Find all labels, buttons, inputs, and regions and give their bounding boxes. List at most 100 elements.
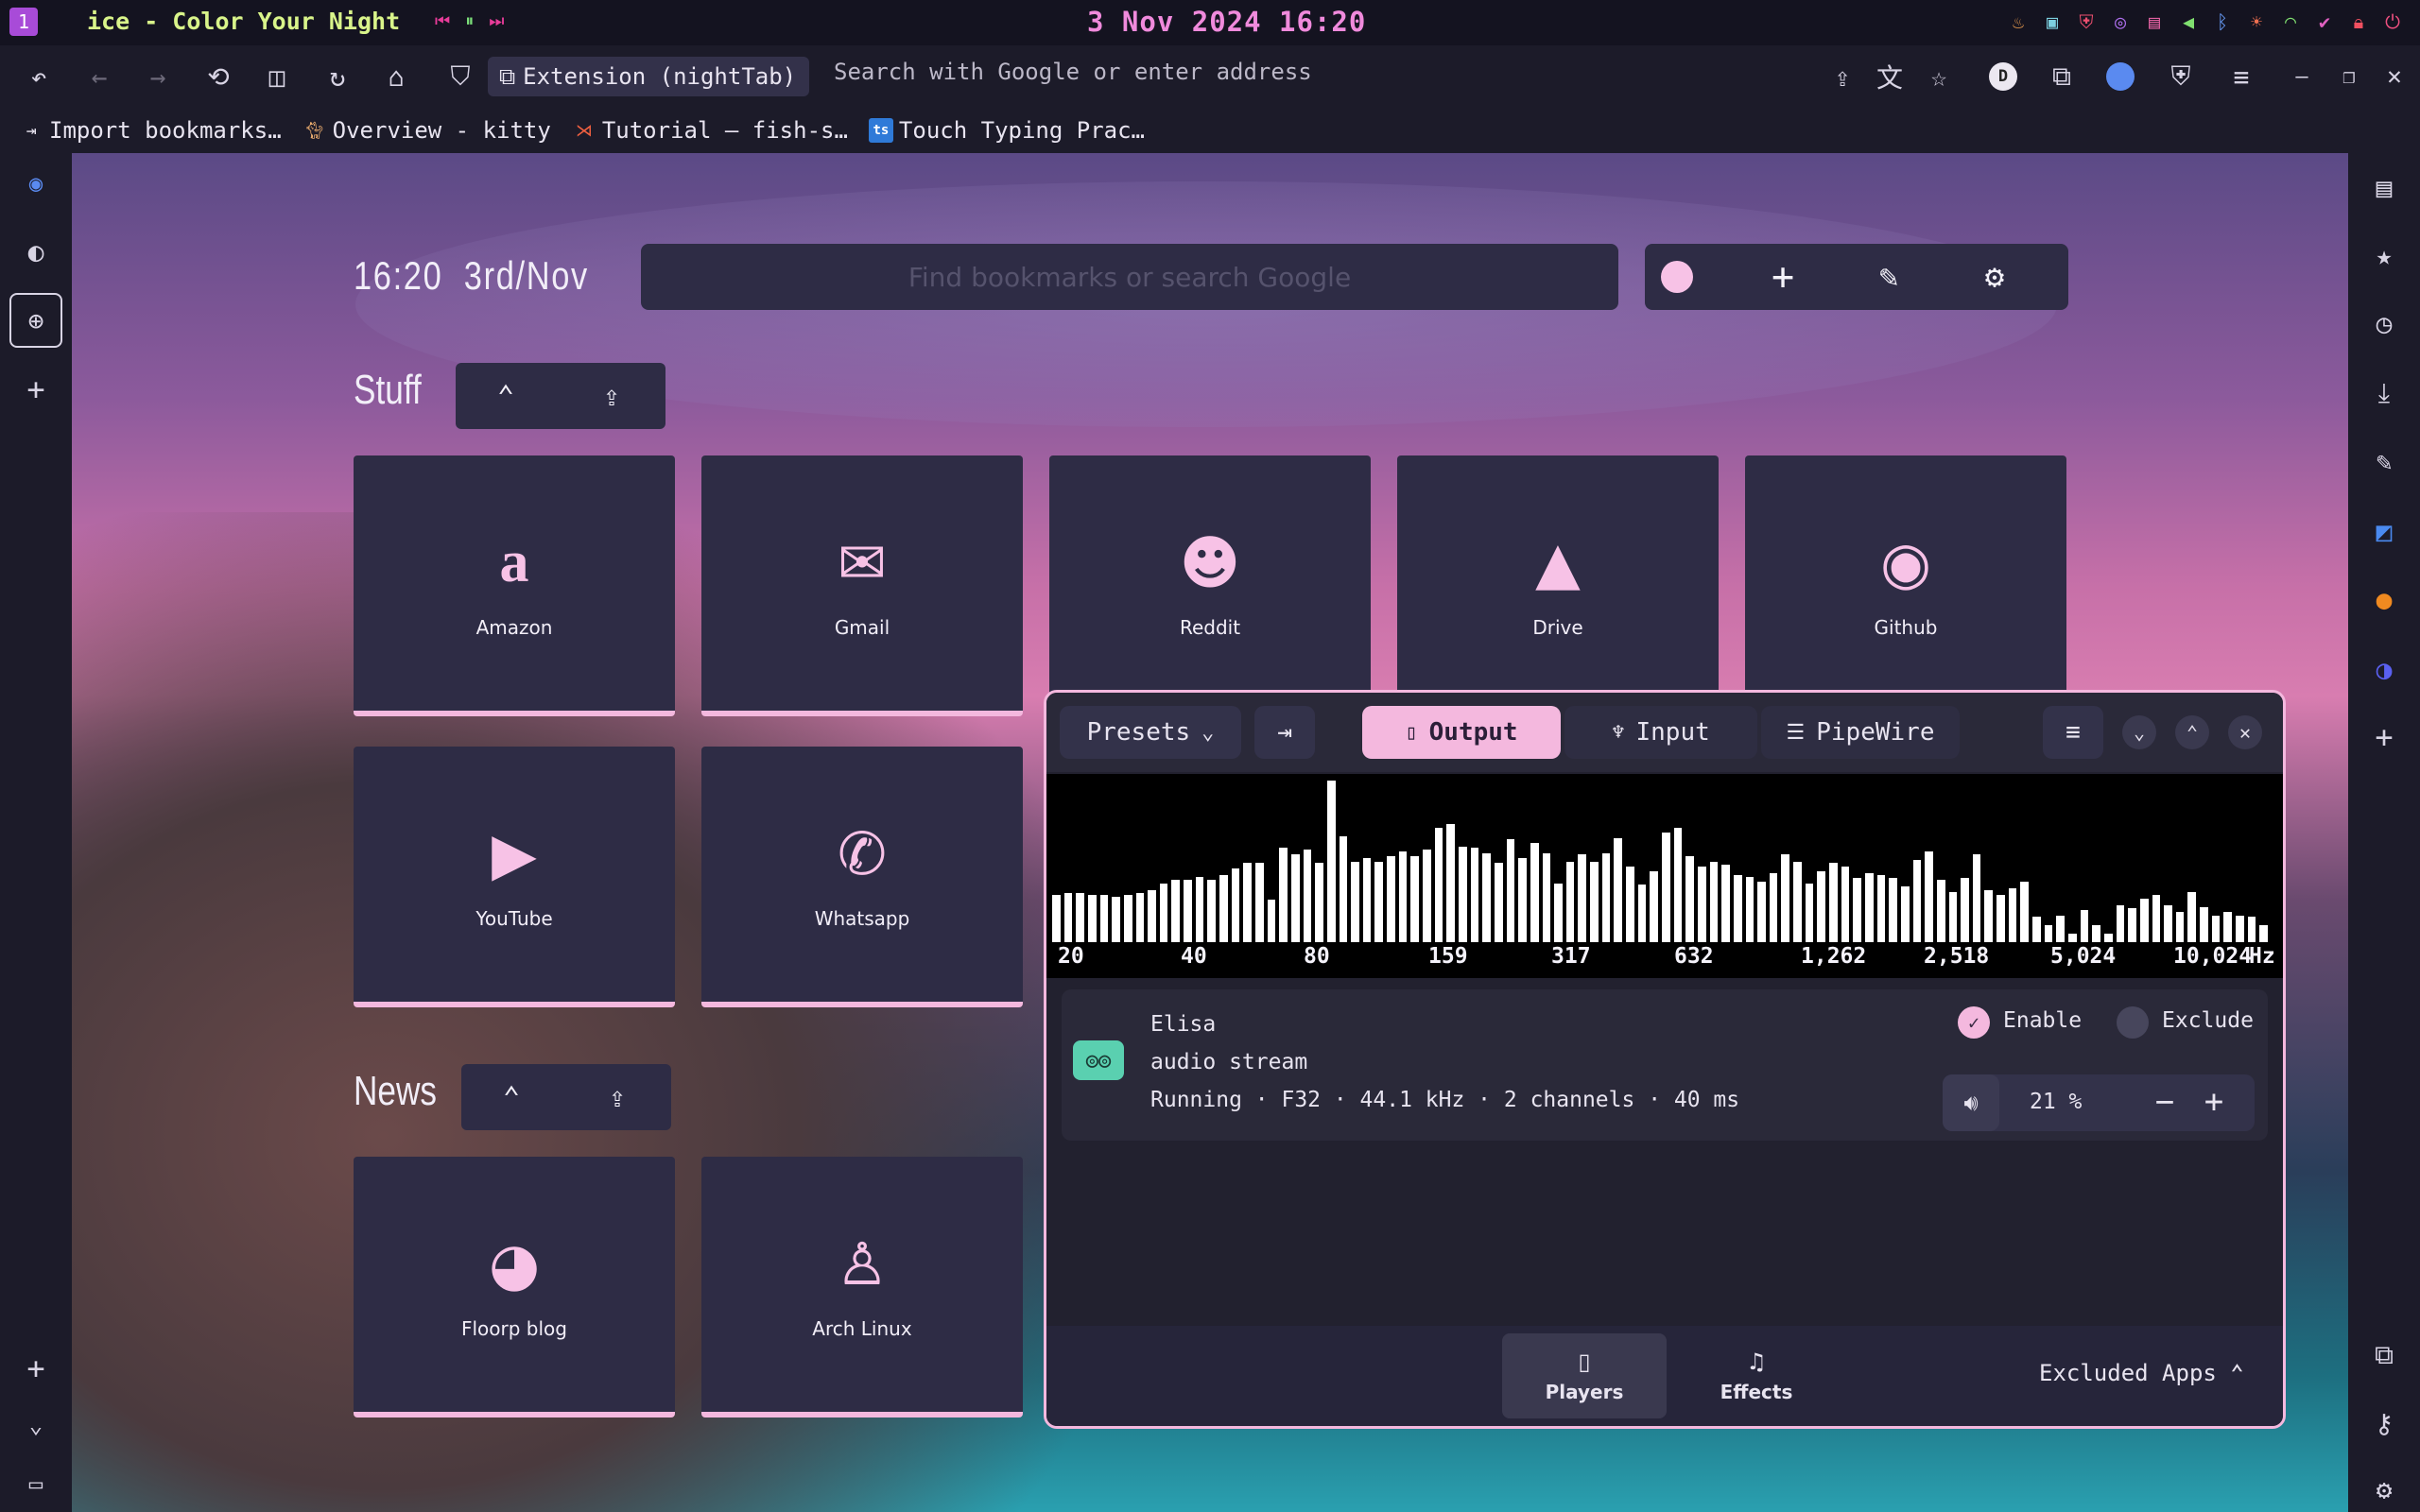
open-all-icon[interactable]: ⇪	[590, 374, 633, 418]
tile-reddit[interactable]: ☻ Reddit	[1049, 455, 1371, 716]
volume-increase-icon[interactable]: +	[2192, 1080, 2236, 1124]
settings-gear-icon[interactable]: ⚙	[2363, 1469, 2405, 1510]
main-menu-button[interactable]: ≡	[2043, 706, 2103, 759]
sync-tabs-icon[interactable]: ⟲	[199, 57, 238, 96]
profile-avatar[interactable]: D	[1983, 57, 2023, 96]
shield-icon[interactable]: ⛨	[2074, 9, 2099, 34]
footer-tab-effects[interactable]: ♫ Effects	[1674, 1333, 1839, 1418]
tile-github[interactable]: ◉ Github	[1745, 455, 2066, 716]
power-icon[interactable]: ⏻	[2380, 9, 2405, 34]
tile-drive[interactable]: ▲ Drive	[1397, 455, 1719, 716]
excluded-apps-toggle[interactable]: Excluded Apps ⌃	[2039, 1360, 2244, 1386]
globe-icon[interactable]: ◉	[15, 163, 57, 204]
open-all-icon[interactable]: ⇪	[596, 1075, 639, 1119]
tracking-shield-icon[interactable]: ⛉	[441, 57, 480, 96]
bookmark-import[interactable]: ⇥ Import bookmarks…	[19, 117, 282, 144]
network-icon[interactable]: ♨	[2006, 9, 2031, 34]
bookmark-kitty[interactable]: 🐈︎ Overview - kitty	[302, 117, 551, 144]
add-bookmark-icon[interactable]: +	[1762, 255, 1804, 299]
history-icon[interactable]: ◷	[2363, 302, 2405, 344]
archive-icon[interactable]: ▭	[15, 1463, 57, 1504]
collapse-chevron-icon[interactable]: ⌃	[490, 1075, 533, 1119]
wifi-icon[interactable]: ◠	[2278, 9, 2303, 34]
add-sidebar-panel-icon[interactable]: +	[2363, 716, 2405, 758]
extensions-panel-icon[interactable]: ⧉	[2363, 1334, 2405, 1376]
briefcase-icon[interactable]: ▤	[2363, 166, 2405, 208]
tile-floorp-blog[interactable]: ◕ Floorp blog	[354, 1157, 675, 1418]
extensions-icon[interactable]: ⧉	[2042, 57, 2082, 96]
volume-decrease-icon[interactable]: −	[2143, 1080, 2187, 1124]
previous-track-icon[interactable]: ⏮	[435, 11, 450, 31]
sidebar-toggle-icon[interactable]: ◫	[257, 57, 297, 96]
check-icon[interactable]: ✔	[2312, 9, 2337, 34]
minimize-chevron-icon[interactable]: ⌄	[2122, 715, 2156, 749]
maximize-chevron-icon[interactable]: ⌃	[2175, 715, 2209, 749]
github-icon[interactable]: ◐	[15, 231, 57, 272]
add-panel-active-icon[interactable]: ⊕	[9, 293, 62, 348]
tab-pipewire[interactable]: ☰ PipeWire	[1761, 706, 1960, 759]
ublock-icon[interactable]: ⛨	[2161, 57, 2201, 96]
sync-icon[interactable]: ◎	[2108, 9, 2133, 34]
footer-tab-players[interactable]: ▯ Players	[1502, 1333, 1667, 1418]
tile-youtube[interactable]: ▶ YouTube	[354, 747, 675, 1007]
spectrum-bar	[1351, 862, 1359, 942]
translate-icon[interactable]: 文	[1870, 57, 1910, 96]
bookmarks-star-icon[interactable]: ★	[2363, 234, 2405, 276]
new-workspace-icon[interactable]: +	[15, 1348, 57, 1389]
nighttab-search-input[interactable]: Find bookmarks or search Google	[641, 244, 1618, 310]
extension-identity-pill[interactable]: ⧉ Extension (nightTab)	[488, 57, 810, 96]
add-panel-icon[interactable]: +	[15, 369, 57, 410]
bookmark-star-icon[interactable]: ☆	[1919, 57, 1959, 96]
bypass-button[interactable]: ⇥	[1254, 706, 1315, 759]
downloads-icon[interactable]: ⤓	[2363, 372, 2405, 414]
tile-arch-linux[interactable]: ♙ Arch Linux	[701, 1157, 1023, 1418]
close-icon[interactable]: ✕	[2228, 715, 2262, 749]
volume-value[interactable]: 21 %	[2030, 1090, 2082, 1114]
home-icon[interactable]: ⌂	[376, 57, 416, 96]
floorp-panel-icon[interactable]: ◑	[2363, 648, 2405, 690]
menu-icon[interactable]: ≡	[2221, 57, 2261, 96]
undo-close-tab-icon[interactable]: ↶	[19, 57, 59, 96]
mango-icon[interactable]: ●	[2363, 578, 2405, 620]
minimize-icon[interactable]: —	[2282, 57, 2322, 96]
excluded-apps-label: Excluded Apps	[2039, 1360, 2217, 1386]
pause-icon[interactable]: ⏸	[465, 11, 474, 31]
edit-pencil-icon[interactable]: ✎	[1868, 256, 1910, 298]
restore-icon[interactable]: ❐	[2329, 57, 2369, 96]
chevron-down-icon[interactable]: ⌄	[15, 1404, 57, 1446]
close-window-icon[interactable]: ✕	[2375, 57, 2414, 96]
presets-menu-button[interactable]: Presets ⌄	[1060, 706, 1241, 759]
bluetooth-icon[interactable]: ᛒ	[2210, 9, 2235, 34]
bookmark-typing[interactable]: ts Touch Typing Prac…	[868, 117, 1145, 144]
notes-pen-icon[interactable]: ✎	[2363, 440, 2405, 482]
forward-icon[interactable]: →	[138, 57, 178, 96]
lock-icon[interactable]: 🔒︎	[2346, 9, 2371, 34]
tile-whatsapp[interactable]: ✆ Whatsapp	[701, 747, 1023, 1007]
reload-icon[interactable]: ↻	[318, 57, 357, 96]
speaker-icon[interactable]: ◀	[2176, 9, 2201, 34]
address-bar[interactable]: Search with Google or enter address	[834, 59, 1312, 85]
tab-input[interactable]: ♆ Input	[1564, 706, 1757, 759]
clipboard-icon[interactable]: ▤	[2142, 9, 2167, 34]
enable-checkbox[interactable]: ✓	[1958, 1006, 1990, 1039]
back-icon[interactable]: ←	[79, 57, 119, 96]
bookmark-fish[interactable]: ⋊ Tutorial — fish-s…	[572, 117, 848, 144]
tab-output[interactable]: ▯ Output	[1362, 706, 1561, 759]
system-tray: ♨ ▣ ⛨ ◎ ▤ ◀ ᛒ ☀ ◠ ✔ 🔒︎ ⏻	[2006, 9, 2405, 34]
tile-gmail[interactable]: ✉ Gmail	[701, 455, 1023, 716]
theme-accent-button[interactable]	[1656, 256, 1698, 298]
exclude-checkbox[interactable]	[2117, 1006, 2149, 1039]
brightness-icon[interactable]: ☀	[2244, 9, 2269, 34]
collapse-chevron-icon[interactable]: ⌃	[484, 374, 527, 418]
share-icon[interactable]: ⇪	[1823, 57, 1862, 96]
next-track-icon[interactable]: ⏭	[489, 11, 504, 31]
settings-gear-icon[interactable]: ⚙	[1974, 256, 2015, 298]
account-icon[interactable]	[2100, 57, 2140, 96]
tile-amazon[interactable]: a Amazon	[354, 455, 675, 716]
mute-speaker-icon[interactable]: 🔊︎	[1943, 1074, 1999, 1131]
google-translate-icon[interactable]: ◩	[2363, 510, 2405, 552]
display-icon[interactable]: ▣	[2040, 9, 2065, 34]
key-icon[interactable]: ⚷	[2363, 1402, 2405, 1444]
workspace-indicator[interactable]: 1	[9, 8, 38, 36]
system-clock[interactable]: 3 Nov 2024 16:20	[1087, 6, 1366, 38]
